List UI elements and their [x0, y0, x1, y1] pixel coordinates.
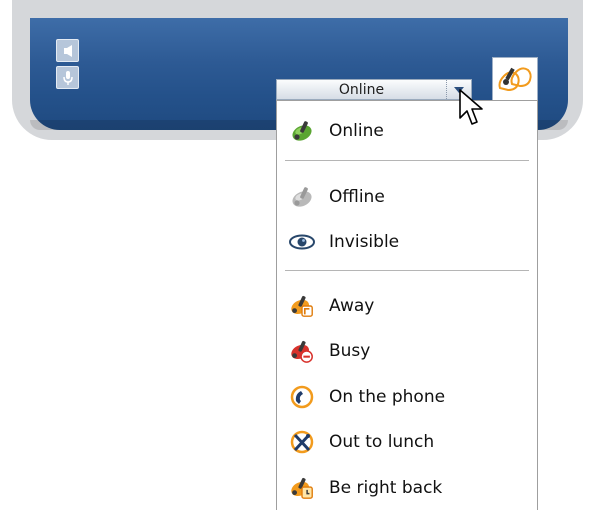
lunch-icon [289, 429, 315, 455]
user-status-avatar-icon [498, 67, 532, 92]
away-icon [289, 293, 315, 319]
busy-icon [289, 338, 315, 364]
status-menu-item-label: Out to lunch [329, 432, 435, 452]
status-menu-item-label: Invisible [329, 232, 400, 252]
status-menu-item-label: On the phone [329, 387, 446, 407]
menu-separator [285, 270, 529, 271]
status-menu-item-label: Be right back [329, 478, 443, 498]
status-menu-item-be-right-back[interactable]: Be right back [277, 470, 537, 506]
mouse-pointer-icon [459, 89, 483, 125]
menu-separator [285, 160, 529, 161]
microphone-button[interactable] [56, 66, 79, 89]
online-icon [289, 118, 315, 144]
status-menu-item-label: Away [329, 296, 375, 316]
user-status-avatar[interactable] [492, 57, 538, 101]
status-dropdown-value: Online [338, 81, 385, 98]
speaker-button[interactable] [56, 39, 79, 62]
status-menu-item-offline[interactable]: Offline [277, 179, 537, 215]
status-menu-item-busy[interactable]: Busy [277, 333, 537, 369]
offline-icon [289, 184, 315, 210]
microphone-icon [62, 70, 73, 85]
status-menu-item-label: Busy [329, 341, 371, 361]
status-menu-item-invisible[interactable]: Invisible [277, 224, 537, 260]
invisible-eye-icon [289, 229, 315, 255]
speaker-icon [63, 44, 72, 57]
status-menu-item-on-the-phone[interactable]: On the phone [277, 379, 537, 415]
phone-icon [289, 384, 315, 410]
status-dropdown[interactable]: Online [276, 79, 472, 100]
status-menu: Online Offline Invisible Away Busy On th… [276, 100, 538, 510]
status-menu-item-label: Online [329, 121, 384, 141]
status-menu-item-out-to-lunch[interactable]: Out to lunch [277, 424, 537, 460]
status-menu-item-online[interactable]: Online [277, 113, 537, 149]
be-right-back-icon [289, 475, 315, 501]
status-menu-item-label: Offline [329, 187, 385, 207]
status-menu-item-away[interactable]: Away [277, 288, 537, 324]
